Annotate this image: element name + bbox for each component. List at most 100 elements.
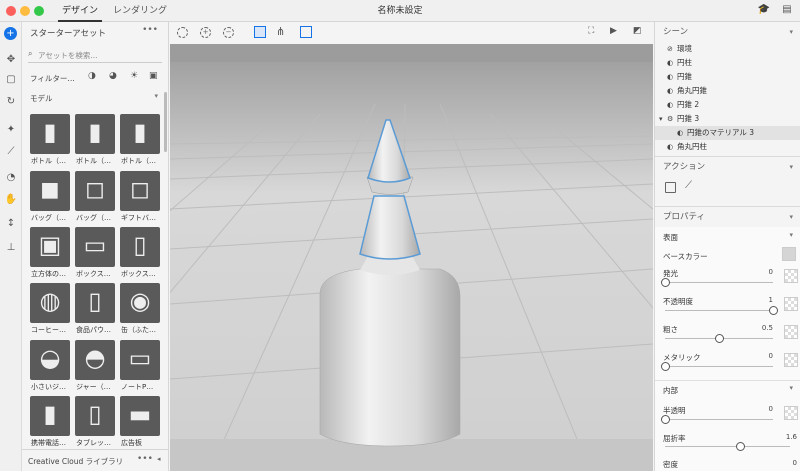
model-thumbnail[interactable]: ▬	[120, 396, 160, 436]
render-preview-icon[interactable]: ◩	[633, 26, 642, 36]
pan-hand-icon[interactable]: ✋	[3, 192, 19, 208]
model-thumbnail[interactable]: ◒	[30, 340, 70, 380]
chevron-down-icon[interactable]: ▾	[789, 22, 793, 42]
model-thumbnail[interactable]: ▮	[75, 114, 115, 154]
model-thumbnail[interactable]: ◻	[120, 171, 160, 211]
scene-item[interactable]: ◐ 角丸円錐	[655, 84, 800, 98]
refraction-slider[interactable]	[665, 446, 790, 447]
model-thumbnail[interactable]: ▮	[30, 396, 70, 436]
scene-section-header[interactable]: シーン ▾	[655, 22, 800, 42]
model-thumbnail[interactable]: ▯	[120, 227, 160, 267]
opacity-slider[interactable]	[665, 310, 773, 311]
group-icon[interactable]: ⋔	[276, 25, 285, 38]
metallic-slider-knob[interactable]	[661, 362, 670, 371]
learn-icon[interactable]: 🎓	[757, 4, 771, 18]
model-preview-icon: ▯	[88, 400, 102, 428]
search-box[interactable]: ⌕ アセットを検索...	[28, 49, 162, 63]
minimize-window-button[interactable]	[20, 6, 30, 16]
emission-slider[interactable]	[665, 282, 773, 283]
maximize-window-button[interactable]	[34, 6, 44, 16]
scene-item[interactable]: ▾ ⚙ 円錐 3	[655, 112, 800, 126]
chevron-down-icon[interactable]: ▾	[789, 384, 793, 392]
translucence-texture-button[interactable]	[784, 406, 798, 420]
model-thumbnail[interactable]: ◉	[120, 283, 160, 323]
surface-heading: 表面	[663, 233, 678, 242]
scene-item[interactable]: ◐ 円錐のマテリアル 3	[655, 126, 800, 140]
actions-section-header[interactable]: アクション ▾	[655, 156, 800, 176]
base-color-swatch[interactable]	[782, 247, 796, 261]
chevron-down-icon[interactable]: ▾	[789, 207, 793, 227]
3d-viewport[interactable]	[170, 44, 653, 471]
filter-label[interactable]: フィルター…	[30, 73, 75, 84]
magic-wand-icon[interactable]: ✦	[3, 122, 19, 138]
model-thumbnail[interactable]: ◍	[30, 283, 70, 323]
translucence-slider-knob[interactable]	[661, 415, 670, 424]
chevron-down-icon[interactable]: ▾	[154, 92, 158, 100]
select-icon[interactable]: ▢	[3, 72, 19, 88]
filter-image-icon[interactable]: ▣	[149, 71, 158, 81]
orbit-icon[interactable]: ◔	[3, 170, 19, 186]
feedback-icon[interactable]: ▤	[780, 4, 794, 18]
expand-chevron-icon[interactable]: ▾	[659, 112, 663, 126]
fullscreen-icon[interactable]: ⛶	[588, 26, 594, 36]
scene-item[interactable]: ◐ 円錐 2	[655, 98, 800, 112]
scene-item[interactable]: ◐ 円柱	[655, 56, 800, 70]
scene-item[interactable]: ◐ 円錐	[655, 70, 800, 84]
opacity-slider-knob[interactable]	[769, 306, 778, 315]
lasso-select-icon[interactable]	[177, 27, 188, 38]
model-thumbnail[interactable]: ◼	[30, 171, 70, 211]
subtract-select-icon[interactable]: −	[223, 27, 234, 38]
model-thumbnail[interactable]: ◓	[75, 340, 115, 380]
filter-material-icon[interactable]: ◕	[109, 71, 117, 81]
scene-item[interactable]: ◐ 角丸円柱	[655, 140, 800, 154]
properties-section-header[interactable]: プロパティ ▾	[655, 206, 800, 226]
camera-icon[interactable]: ▶	[610, 26, 617, 36]
model-thumbnail-label: 立方体の…	[31, 270, 66, 278]
metallic-texture-button[interactable]	[784, 353, 798, 367]
move-icon[interactable]: ✥	[3, 52, 19, 68]
search-input[interactable]: アセットを検索...	[38, 50, 98, 61]
more-icon[interactable]: •••	[137, 454, 153, 464]
translucence-slider[interactable]	[665, 419, 773, 420]
filter-model-icon[interactable]: ◑	[88, 71, 96, 81]
tab-design[interactable]: デザイン	[58, 0, 102, 22]
align-to-floor-icon[interactable]	[665, 182, 676, 193]
horizon-icon[interactable]: ⊥	[3, 240, 19, 256]
model-thumbnail[interactable]: ▭	[75, 227, 115, 267]
chevron-left-icon[interactable]: ◂	[157, 455, 161, 463]
dolly-icon[interactable]: ↕	[3, 216, 19, 232]
refraction-slider-knob[interactable]	[736, 442, 745, 451]
emission-texture-button[interactable]	[784, 269, 798, 283]
scene-item[interactable]: ⊘ 環境	[655, 42, 800, 56]
model-thumbnail[interactable]: ▮	[30, 114, 70, 154]
model-preview-icon: ▯	[133, 231, 147, 259]
metallic-slider[interactable]	[665, 366, 773, 367]
model-thumbnail[interactable]: ▭	[120, 340, 160, 380]
eyedropper-icon[interactable]: ⟋	[3, 144, 19, 160]
more-icon[interactable]: •••	[142, 25, 158, 35]
sample-material-icon[interactable]: ⟋	[685, 180, 692, 191]
chevron-down-icon[interactable]: ▾	[789, 157, 793, 177]
add-icon[interactable]: +	[4, 27, 17, 40]
model-thumbnail[interactable]: ▮	[120, 114, 160, 154]
model-thumbnail[interactable]: ▣	[30, 227, 70, 267]
assets-scrollbar[interactable]	[164, 92, 167, 152]
fit-select-icon[interactable]	[254, 26, 266, 38]
emission-slider-knob[interactable]	[661, 278, 670, 287]
filter-light-icon[interactable]: ☀	[130, 71, 138, 81]
opacity-texture-button[interactable]	[784, 297, 798, 311]
frame-icon[interactable]	[300, 26, 312, 38]
model-thumbnail[interactable]: ▯	[75, 283, 115, 323]
model-thumbnail-label: バッグ（…	[31, 214, 66, 222]
roughness-slider-knob[interactable]	[715, 334, 724, 343]
rotate-icon[interactable]: ↻	[3, 94, 19, 110]
tab-render[interactable]: レンダリング	[112, 0, 168, 22]
add-select-icon[interactable]: +	[200, 27, 211, 38]
model-thumbnail[interactable]: ◻	[75, 171, 115, 211]
chevron-down-icon[interactable]: ▾	[789, 231, 793, 239]
cc-libraries-bar[interactable]: Creative Cloud ライブラリ ••• ◂	[22, 449, 169, 471]
roughness-texture-button[interactable]	[784, 325, 798, 339]
close-window-button[interactable]	[6, 6, 16, 16]
model-thumbnail-label: バッグ（…	[76, 214, 111, 222]
model-thumbnail[interactable]: ▯	[75, 396, 115, 436]
